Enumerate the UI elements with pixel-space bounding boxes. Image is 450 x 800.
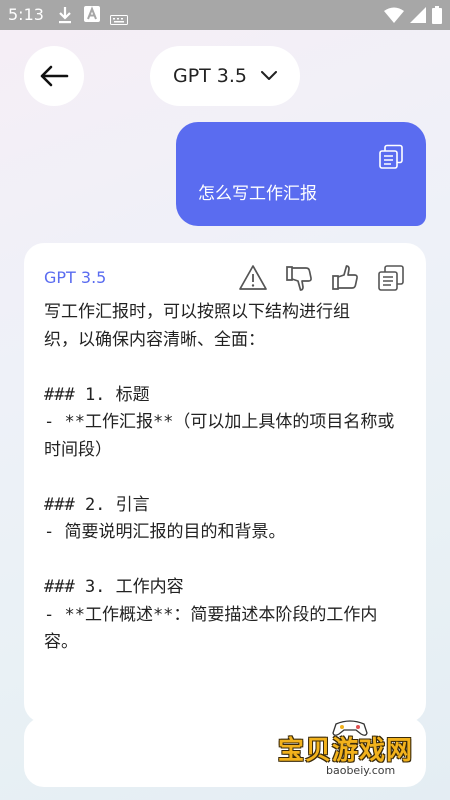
download-icon (58, 6, 72, 28)
signal-icon (410, 7, 426, 27)
watermark-url: baobeiy.com (326, 764, 396, 777)
user-message-bubble: 怎么写工作汇报 (176, 122, 426, 226)
app-a-icon (84, 6, 100, 26)
answer-model-label: GPT 3.5 (44, 268, 107, 287)
chevron-down-icon (261, 71, 278, 80)
answer-card: GPT 3.5 写工作汇报时，可以按照以下结构进行组 织，以确保内容清晰、全面：… (24, 243, 426, 723)
thumbs-up-icon[interactable] (330, 263, 360, 293)
status-bar: 5:13 (0, 0, 450, 30)
status-time: 5:13 (8, 5, 44, 24)
user-message-text: 怎么写工作汇报 (198, 184, 317, 204)
warning-icon[interactable] (238, 263, 268, 293)
answer-text: 写工作汇报时，可以按照以下结构进行组 织，以确保内容清晰、全面： ### 1. … (44, 302, 395, 652)
watermark-logo: 宝贝游戏网 baobeiy.com (272, 718, 432, 784)
thumbs-down-icon[interactable] (284, 263, 314, 293)
model-selector-label: GPT 3.5 (172, 65, 248, 87)
answer-actions (238, 263, 406, 293)
keyboard-icon (110, 10, 128, 29)
back-button[interactable] (24, 46, 84, 106)
wifi-icon (384, 7, 404, 27)
battery-icon (432, 6, 442, 28)
watermark-title: 宝贝游戏网 (278, 736, 414, 766)
arrow-left-icon (40, 65, 69, 87)
copy-answer-icon[interactable] (376, 263, 406, 293)
model-selector[interactable]: GPT 3.5 (150, 46, 300, 106)
copy-icon[interactable] (378, 144, 404, 174)
